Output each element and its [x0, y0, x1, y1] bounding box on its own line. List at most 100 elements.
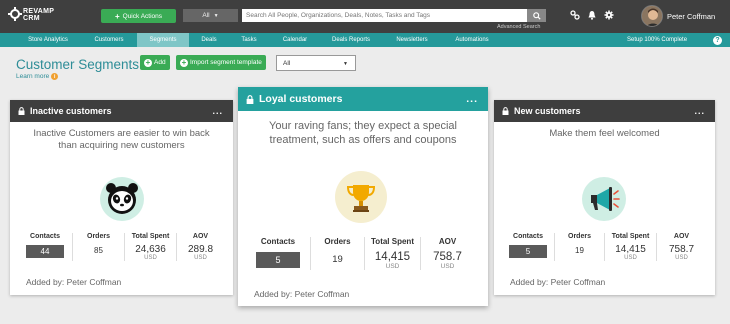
contacts-value[interactable]: 5: [256, 252, 300, 268]
card-description: Make them feel welcomed: [549, 128, 660, 139]
stat-orders: Orders 19: [310, 237, 364, 270]
orders-label: Orders: [324, 237, 351, 246]
advanced-search-link[interactable]: Advanced Search: [497, 24, 540, 30]
orders-value: 19: [575, 246, 584, 255]
total-spent-value: 14,415: [615, 244, 646, 255]
card-header: Loyal customers ...: [238, 87, 488, 111]
aov-label: AOV: [673, 233, 690, 240]
aov-unit: USD: [675, 255, 688, 261]
added-by: Added by: Peter Coffman: [26, 277, 122, 287]
total-spent-value: 24,636: [135, 244, 166, 255]
user-avatar[interactable]: [641, 5, 663, 27]
segment-card-new[interactable]: New customers ... Make them feel welcome…: [494, 100, 715, 295]
orders-value: 19: [332, 254, 343, 265]
stat-contacts: Contacts 5: [246, 237, 310, 270]
stat-aov: AOV 758.7 USD: [420, 237, 474, 270]
gear-icon: [604, 10, 614, 20]
panda-icon: [100, 177, 144, 221]
add-segment-button[interactable]: + Add: [140, 55, 170, 70]
megaphone-icon: [582, 177, 626, 221]
card-menu-button[interactable]: ...: [466, 93, 478, 105]
nav-calendar[interactable]: Calendar: [272, 33, 318, 47]
import-template-button[interactable]: + Import segment template: [176, 55, 266, 70]
segment-card-loyal[interactable]: Loyal customers ... Your raving fans; th…: [238, 87, 488, 306]
nav-customers[interactable]: Customers: [82, 33, 136, 47]
aov-value: 289.8: [187, 244, 214, 255]
nav-deals-reports[interactable]: Deals Reports: [322, 33, 380, 47]
segment-card-inactive[interactable]: Inactive customers ... Inactive Customer…: [10, 100, 233, 295]
card-stats: Contacts 44 Orders 85 Total Spent 24,636…: [18, 233, 224, 261]
card-menu-button[interactable]: ...: [212, 106, 223, 116]
trophy-icon: [335, 171, 387, 223]
page-title: Customer Segments:: [16, 57, 143, 72]
aov-value: 758.7: [668, 244, 695, 255]
aov-label: AOV: [438, 237, 457, 246]
card-title: New customers: [514, 106, 581, 116]
total-spent-label: Total Spent: [371, 237, 414, 246]
search-icon: [532, 11, 541, 20]
settings-button[interactable]: [603, 9, 615, 21]
notifications-button[interactable]: [586, 9, 598, 21]
main-nav: Store Analytics Customers Segments Deals…: [0, 33, 730, 47]
orders-label: Orders: [568, 233, 591, 240]
stat-total-spent: Total Spent 24,636 USD: [124, 233, 176, 261]
plus-circle-icon: +: [180, 57, 188, 67]
nav-segments[interactable]: Segments: [137, 33, 189, 47]
filter-value: All: [283, 59, 291, 67]
search-scope-value: All: [202, 12, 210, 19]
total-spent-value: 14,415: [374, 251, 411, 263]
search-input[interactable]: [242, 9, 527, 22]
lock-icon: [18, 107, 25, 115]
nav-tasks[interactable]: Tasks: [230, 33, 268, 47]
contacts-label: Contacts: [30, 233, 60, 240]
card-header: Inactive customers ...: [10, 100, 233, 122]
card-title: Loyal customers: [259, 93, 343, 105]
search-scope-select[interactable]: All ▼: [183, 9, 238, 22]
nav-deals[interactable]: Deals: [190, 33, 228, 47]
contacts-label: Contacts: [260, 237, 296, 246]
stat-aov: AOV 289.8 USD: [176, 233, 224, 261]
contacts-label: Contacts: [513, 233, 543, 240]
orders-value: 85: [94, 246, 103, 255]
integrations-icon[interactable]: [569, 9, 581, 21]
aov-value: 758.7: [433, 251, 462, 263]
nav-store-analytics[interactable]: Store Analytics: [14, 33, 82, 47]
stat-orders: Orders 19: [554, 233, 604, 261]
stat-contacts: Contacts 5: [502, 233, 554, 261]
stat-contacts: Contacts 44: [18, 233, 72, 261]
caret-down-icon: ▼: [343, 61, 348, 67]
card-description: Inactive Customers are easier to win bac…: [33, 128, 210, 152]
added-by: Added by: Peter Coffman: [510, 277, 606, 287]
nav-newsletters[interactable]: Newsletters: [384, 33, 440, 47]
contacts-value[interactable]: 5: [509, 245, 547, 258]
help-icon[interactable]: ?: [713, 36, 722, 45]
gear-logo-icon: [8, 7, 22, 21]
import-label: Import segment template: [190, 59, 262, 66]
quick-actions-button[interactable]: + Quick Actions: [101, 9, 176, 23]
card-title: Inactive customers: [30, 106, 112, 116]
aov-label: AOV: [192, 233, 209, 240]
nav-automations[interactable]: Automations: [444, 33, 500, 47]
plus-circle-icon: +: [144, 57, 152, 67]
link-icon: [570, 10, 580, 20]
bell-icon: [588, 11, 596, 20]
card-stats: Contacts 5 Orders 19 Total Spent 14,415 …: [502, 233, 706, 261]
lock-icon: [502, 107, 509, 115]
contacts-value[interactable]: 44: [26, 245, 64, 258]
segment-filter-select[interactable]: All ▼: [276, 55, 356, 71]
setup-progress-link[interactable]: Setup 100% Complete: [627, 33, 687, 47]
stat-orders: Orders 85: [72, 233, 124, 261]
user-name[interactable]: Peter Coffman: [667, 12, 715, 21]
card-menu-button[interactable]: ...: [694, 106, 705, 116]
total-spent-unit: USD: [385, 263, 400, 270]
plus-icon: +: [114, 11, 120, 21]
total-spent-unit: USD: [144, 255, 157, 261]
card-description: Your raving fans; they expect a special …: [269, 120, 457, 147]
total-spent-label: Total Spent: [131, 233, 170, 240]
add-label: Add: [154, 59, 166, 66]
stat-total-spent: Total Spent 14,415 USD: [604, 233, 656, 261]
learn-more-link[interactable]: Learn more i: [16, 73, 59, 80]
app-logo[interactable]: REVAMP CRM: [8, 7, 68, 27]
stat-total-spent: Total Spent 14,415 USD: [364, 237, 420, 270]
search-button[interactable]: [527, 9, 546, 22]
